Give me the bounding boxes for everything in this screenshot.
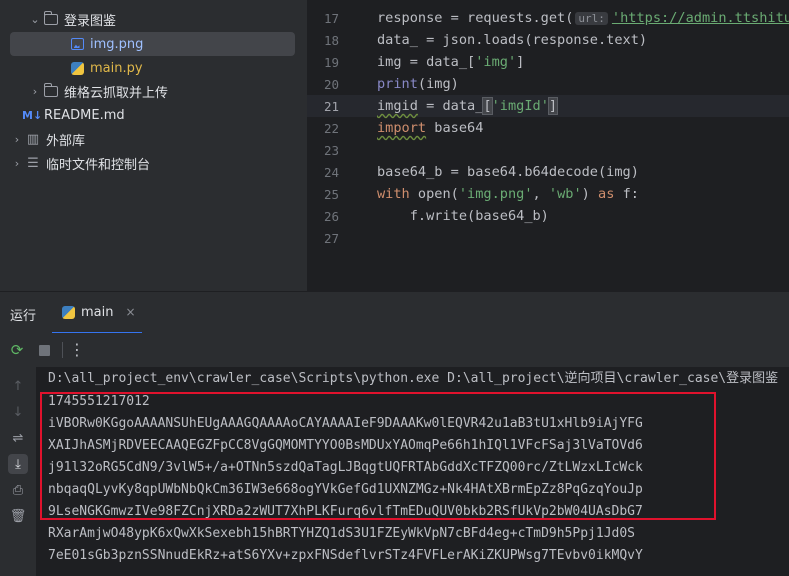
chevron-right-icon[interactable]: › — [10, 133, 24, 146]
run-toolbar: ⟳ ⋮ — [0, 333, 789, 367]
console-line: j91l32oRG5CdN9/3vlW5+/a+OTNn5szdQaTagLJB… — [48, 460, 643, 475]
trash-icon[interactable]: 🗑 — [8, 506, 28, 526]
code-text: print(img) — [377, 76, 459, 92]
tree-item-scratches[interactable]: › ☰ 临时文件和控制台 — [10, 151, 295, 175]
tree-item-label: 外部库 — [46, 133, 86, 149]
code-text: f.write(base64_b) — [377, 208, 549, 224]
image-file-icon — [68, 36, 86, 52]
soft-wrap-icon[interactable]: ⇌ — [8, 428, 28, 448]
python-file-icon — [68, 60, 86, 76]
scroll-to-end-icon[interactable]: ⤓ — [8, 454, 28, 474]
code-text: base64_b = base64.b64decode(img) — [377, 164, 639, 180]
tree-item-img-png[interactable]: img.png — [10, 32, 295, 56]
print-icon[interactable]: ⎙ — [8, 480, 28, 500]
tab-main[interactable]: main × — [52, 292, 142, 334]
stop-icon — [38, 344, 50, 356]
chevron-right-icon[interactable]: › — [28, 85, 42, 98]
code-text: response = requests.get(url:'https://adm… — [377, 10, 789, 26]
toolbar-divider — [62, 342, 63, 358]
arrow-up-icon[interactable]: ↑ — [8, 376, 28, 396]
library-icon: ▥ — [26, 131, 40, 147]
tab-label: main — [81, 304, 114, 320]
code-text: imgid = data_['imgId'] — [377, 97, 559, 115]
code-line: 18 data_ = json.loads(response.text) — [307, 29, 789, 51]
console-line: iVBORw0KGgoAAAANSUhEUgAAAGQAAAAoCAYAAAAI… — [48, 416, 643, 431]
code-line: 26 f.write(base64_b) — [307, 205, 789, 227]
tree-item-readme[interactable]: M↓ README.md — [10, 103, 295, 127]
python-icon — [62, 305, 75, 319]
line-number: 20 — [323, 76, 339, 92]
chevron-right-icon[interactable]: › — [10, 157, 24, 170]
code-line: 25 with open('img.png', 'wb') as f: — [307, 183, 789, 205]
line-number: 27 — [323, 230, 339, 246]
line-number: 18 — [323, 32, 339, 48]
code-line: 19 img = data_['img'] — [307, 51, 789, 73]
line-number: 21 — [323, 98, 339, 114]
markdown-file-icon: M↓ — [22, 108, 43, 122]
chevron-down-icon[interactable]: ⌄ — [28, 13, 42, 26]
console-line: RXarAmjwO48ypK6xQwXkSexebh15hBRTYHZQ1dS3… — [48, 526, 635, 541]
tree-item-label: README.md — [44, 107, 125, 123]
line-number: 24 — [323, 164, 339, 180]
code-editor[interactable]: 17 response = requests.get(url:'https://… — [307, 0, 789, 291]
run-sidebar: ↑ ↓ ⇌ ⤓ ⎙ 🗑 — [0, 367, 36, 576]
rerun-icon[interactable]: ⟳ — [8, 341, 26, 359]
code-text: with open('img.png', 'wb') as f: — [377, 186, 639, 202]
inlay-hint: url: — [575, 12, 608, 25]
console-line: nbqaqQLyvKy8qpUWbNbQkCm36IW3e668ogYVkGef… — [48, 482, 643, 497]
folder-icon — [42, 82, 60, 99]
tree-item-label: 维格云抓取并上传 — [64, 85, 169, 101]
line-number: 22 — [323, 120, 339, 136]
code-line: 20 print(img) — [307, 73, 789, 95]
tree-item-label: 登录图鉴 — [64, 13, 117, 29]
tree-item-label: main.py — [90, 60, 143, 76]
more-options-icon[interactable]: ⋮ — [68, 341, 86, 359]
line-number: 19 — [323, 54, 339, 70]
code-line: 22 import base64 — [307, 117, 789, 139]
run-panel-header: 运行 main × — [0, 291, 789, 334]
close-icon[interactable]: × — [125, 305, 135, 319]
tree-item-weige-folder[interactable]: › 维格云抓取并上传 — [10, 79, 295, 103]
code-text: img = data_['img'] — [377, 54, 525, 70]
console-line: 9LseNGKGmwzIVe98FZCnjXRDa2zWUT7XhPLKFurq… — [48, 504, 643, 519]
code-line-current: 21 imgid = data_['imgId'] — [307, 95, 789, 117]
code-text: import base64 — [377, 120, 484, 136]
console-line: XAIJhASMjRDVEECAAQEGZFpCC8VgGQMOMTYYO0Bs… — [48, 438, 643, 453]
console-output[interactable]: D:\all_project_env\crawler_case\Scripts\… — [36, 367, 789, 576]
console-line: 7eE01sGb3pznSSNnudEkRz+atS6YXv+zpxFNSdef… — [48, 548, 643, 563]
line-number: 26 — [323, 208, 339, 224]
console-line: 1745551217012 — [48, 394, 150, 409]
tree-item-external-libraries[interactable]: › ▥ 外部库 — [10, 127, 295, 151]
arrow-down-icon[interactable]: ↓ — [8, 402, 28, 422]
line-number: 23 — [323, 142, 339, 158]
folder-icon — [42, 10, 60, 27]
stop-button[interactable] — [35, 341, 53, 359]
code-line: 24 base64_b = base64.b64decode(img) — [307, 161, 789, 183]
tree-item-label: img.png — [90, 36, 144, 52]
tree-item-login-folder[interactable]: ⌄ 登录图鉴 — [10, 7, 295, 31]
line-number: 17 — [323, 10, 339, 26]
tree-item-label: 临时文件和控制台 — [46, 157, 151, 173]
tree-item-main-py[interactable]: main.py — [10, 56, 295, 80]
code-text: data_ = json.loads(response.text) — [377, 32, 648, 48]
line-number: 25 — [323, 186, 339, 202]
code-line: 17 response = requests.get(url:'https://… — [307, 7, 789, 29]
project-tree: ⌄ 登录图鉴 img.png main.py › 维格云抓取并上传 M↓ REA… — [0, 0, 307, 291]
run-panel-title: 运行 — [10, 309, 37, 324]
code-line: 27 — [307, 227, 789, 249]
console-line: D:\all_project_env\crawler_case\Scripts\… — [48, 371, 779, 386]
code-line: 23 — [307, 139, 789, 161]
scratches-icon: ☰ — [27, 155, 39, 171]
